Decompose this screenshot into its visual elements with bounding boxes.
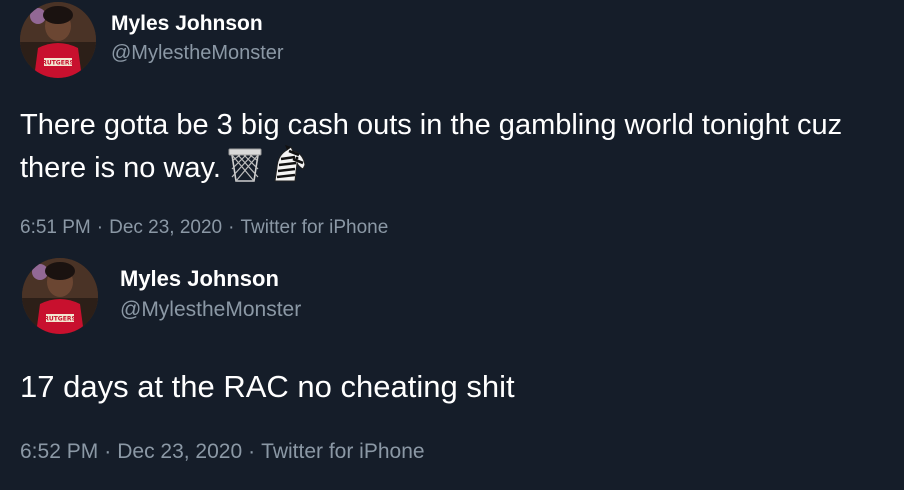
tweet-thread: RUTGERS Myles Johnson @MylestheMonster T… <box>0 0 904 490</box>
author-handle[interactable]: @MylestheMonster <box>120 298 301 322</box>
separator: · <box>96 217 104 238</box>
author-handle[interactable]: @MylestheMonster <box>111 42 284 65</box>
tweet-text: 17 days at the RAC no cheating shit <box>20 369 515 404</box>
tweet-text: There gotta be 3 big cash outs in the ga… <box>20 105 880 194</box>
tweet[interactable]: RUTGERS Myles Johnson @MylestheMonster 1… <box>0 250 904 490</box>
basketball-hoop-icon <box>227 147 263 194</box>
tweet-source[interactable]: Twitter for iPhone <box>240 217 388 238</box>
separator: · <box>248 440 256 463</box>
tweet-time[interactable]: 6:52 PM <box>20 440 98 463</box>
separator: · <box>104 440 112 463</box>
tweet[interactable]: RUTGERS Myles Johnson @MylestheMonster T… <box>0 0 904 250</box>
tweet-date[interactable]: Dec 23, 2020 <box>117 440 242 463</box>
zebra-icon <box>269 145 309 194</box>
tweet-time[interactable]: 6:51 PM <box>20 217 91 238</box>
author-name[interactable]: Myles Johnson <box>111 12 263 36</box>
author-name[interactable]: Myles Johnson <box>120 266 279 292</box>
svg-text:RUTGERS: RUTGERS <box>44 316 76 323</box>
tweet-text-content: There gotta be 3 big cash outs in the ga… <box>20 109 843 184</box>
svg-text:RUTGERS: RUTGERS <box>42 60 74 67</box>
tweet-meta: 6:52 PM · Dec 23, 2020 · Twitter for iPhone <box>20 440 425 464</box>
separator: · <box>228 217 235 238</box>
tweet-date[interactable]: Dec 23, 2020 <box>109 217 222 238</box>
avatar[interactable]: RUTGERS <box>20 2 96 78</box>
avatar[interactable]: RUTGERS <box>22 258 98 334</box>
tweet-source[interactable]: Twitter for iPhone <box>261 440 424 463</box>
tweet-meta: 6:51 PM · Dec 23, 2020 · Twitter for iPhone <box>20 217 388 239</box>
